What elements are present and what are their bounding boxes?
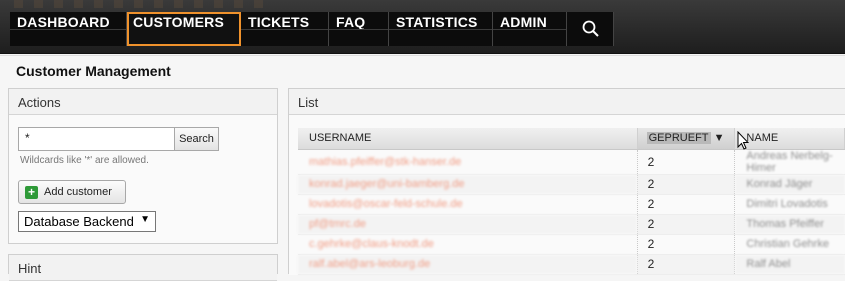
geprueft-cell: 2 — [636, 214, 736, 235]
nav-divider — [241, 29, 328, 30]
nav-tickets[interactable]: TICKETS — [241, 12, 329, 46]
table-row[interactable]: c.gehrke@claus-knodt.de 2 Christian Gehrke — [298, 234, 845, 255]
name-cell: Thomas Pfeiffer — [734, 214, 845, 235]
geprueft-cell: 2 — [636, 149, 736, 175]
column-header-username[interactable]: USERNAME — [298, 128, 638, 150]
column-header-geprueft-label: GEPRUEFT — [646, 132, 711, 145]
name-cell: Dimitri Lovadotis — [734, 194, 845, 215]
column-header-geprueft[interactable]: GEPRUEFT ▼ — [637, 128, 736, 150]
page-title: Customer Management — [16, 63, 171, 79]
nav-customers[interactable]: CUSTOMERS — [127, 12, 241, 46]
table-row[interactable]: pf@tmrc.de 2 Thomas Pfeiffer — [298, 214, 845, 235]
nav-dashboard-label: DASHBOARD — [17, 14, 110, 30]
search-button[interactable]: Search — [174, 127, 219, 151]
username-cell[interactable]: lovadotis@oscar-feld-schule.de — [298, 194, 638, 215]
nav-customers-label: CUSTOMERS — [133, 14, 224, 30]
add-customer-button[interactable]: + Add customer — [18, 180, 126, 204]
nav-divider — [329, 29, 388, 30]
username-cell[interactable]: konrad.jaeger@uni-bamberg.de — [298, 174, 638, 195]
actions-panel-title: Actions — [9, 89, 277, 115]
name-cell: Ralf Abel — [734, 254, 845, 275]
nav-admin[interactable]: ADMIN — [493, 12, 567, 46]
add-customer-label: Add customer — [44, 186, 112, 198]
nav-faq-label: FAQ — [336, 14, 366, 30]
name-cell: Christian Gehrke — [734, 234, 845, 255]
sort-desc-icon: ▼ — [713, 132, 725, 145]
table-row[interactable]: lovadotis@oscar-feld-schule.de 2 Dimitri L… — [298, 194, 845, 215]
nav-divider — [10, 29, 126, 30]
nav-statistics[interactable]: STATISTICS — [389, 12, 493, 46]
hint-panel-title: Hint — [9, 255, 277, 281]
geprueft-cell: 2 — [636, 234, 736, 255]
nav-faq[interactable]: FAQ — [329, 12, 389, 46]
nav-divider — [493, 29, 566, 30]
dropdown-arrow-icon: ▼ — [140, 214, 150, 225]
username-cell[interactable]: mathias.pfeiffer@stk-hanser.de — [298, 149, 638, 175]
wildcard-hint-text: Wildcards like '*' are allowed. — [20, 155, 149, 166]
name-cell: Konrad Jäger — [734, 174, 845, 195]
top-navigation-bar: DASHBOARD CUSTOMERS TICKETS FAQ STATISTI… — [0, 0, 845, 54]
nav-statistics-label: STATISTICS — [396, 14, 478, 30]
geprueft-cell: 2 — [636, 194, 736, 215]
table-row[interactable]: mathias.pfeiffer@stk-hanser.de 2 Andreas N… — [298, 149, 845, 175]
geprueft-cell: 2 — [636, 174, 736, 195]
username-cell[interactable]: c.gehrke@claus-knodt.de — [298, 234, 638, 255]
username-cell[interactable]: pf@tmrc.de — [298, 214, 638, 235]
column-header-name[interactable]: NAME — [734, 128, 845, 150]
username-cell[interactable]: ralf.abel@ars-leoburg.de — [298, 254, 638, 275]
nav-dashboard[interactable]: DASHBOARD — [10, 12, 127, 46]
nav-divider — [389, 29, 492, 30]
main-nav: DASHBOARD CUSTOMERS TICKETS FAQ STATISTI… — [10, 12, 614, 46]
backend-select[interactable]: Database Backend ▼ — [18, 211, 156, 232]
list-panel-title: List — [289, 89, 845, 115]
toolbar-icon-strip — [14, 0, 274, 8]
nav-admin-label: ADMIN — [500, 14, 547, 30]
name-cell: Andreas Nerbelg-Himer — [734, 149, 845, 175]
hint-panel: Hint — [8, 254, 278, 281]
table-row[interactable]: ralf.abel@ars-leoburg.de 2 Ralf Abel — [298, 254, 845, 275]
backend-select-value: Database Backend — [24, 214, 134, 229]
customer-search-input[interactable]: * — [18, 127, 175, 151]
geprueft-cell: 2 — [636, 254, 736, 275]
search-icon — [582, 20, 599, 37]
customer-table: USERNAME GEPRUEFT ▼ NAME mathias.pfeiffe… — [298, 128, 845, 275]
plus-icon: + — [25, 186, 38, 199]
nav-tickets-label: TICKETS — [248, 14, 310, 30]
nav-search-button[interactable] — [567, 12, 614, 46]
mouse-cursor-icon — [737, 131, 749, 150]
table-row[interactable]: konrad.jaeger@uni-bamberg.de 2 Konrad Jäge… — [298, 174, 845, 195]
